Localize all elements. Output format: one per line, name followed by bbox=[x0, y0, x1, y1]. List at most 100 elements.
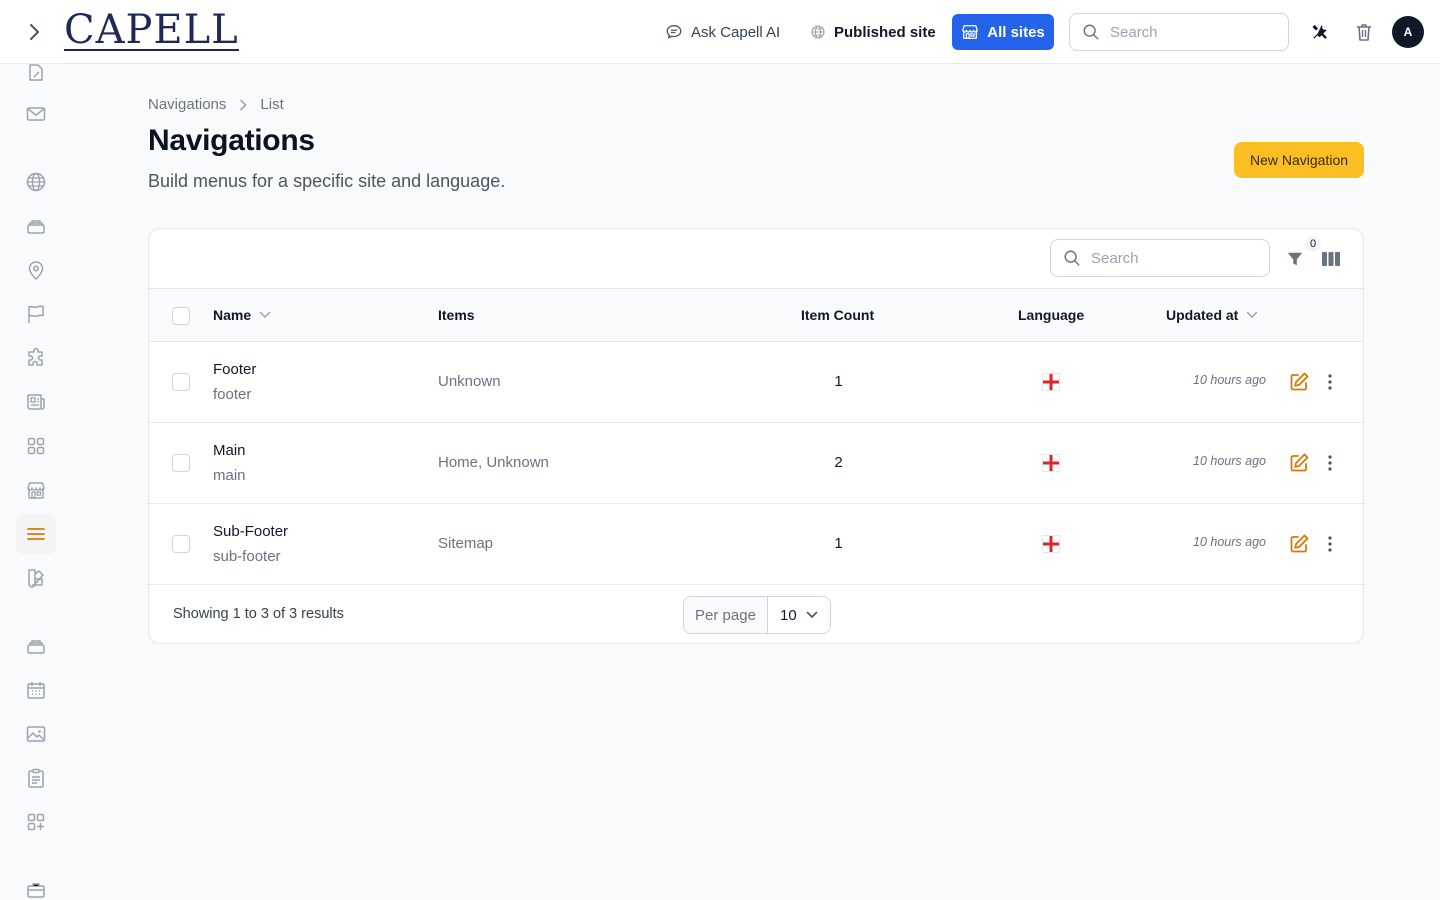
trash-icon[interactable] bbox=[1352, 20, 1376, 44]
column-name-header[interactable]: Name bbox=[213, 307, 271, 323]
column-language-label: Language bbox=[1018, 307, 1085, 323]
columns-icon[interactable] bbox=[1319, 247, 1343, 271]
user-avatar[interactable]: A bbox=[1392, 16, 1424, 48]
sidebar-item-pages[interactable] bbox=[16, 52, 56, 92]
sidebar-item-storage[interactable] bbox=[16, 626, 56, 666]
sidebar-item-locations[interactable] bbox=[16, 250, 56, 290]
sidebar-toggle-chevron-icon[interactable] bbox=[22, 20, 46, 44]
sidebar-item-stores[interactable] bbox=[16, 470, 56, 510]
sidebar-item-blocks[interactable] bbox=[16, 426, 56, 466]
results-summary: Showing 1 to 3 of 3 results bbox=[173, 606, 344, 622]
mail-icon bbox=[26, 107, 46, 121]
chevron-down-icon bbox=[806, 611, 818, 618]
briefcase-icon bbox=[27, 883, 45, 898]
sidebar-item-articles[interactable] bbox=[16, 382, 56, 422]
global-search bbox=[1069, 13, 1289, 51]
row-checkbox[interactable] bbox=[172, 373, 190, 391]
sidebar-item-media[interactable] bbox=[16, 714, 56, 754]
sidebar-item-forms[interactable] bbox=[16, 758, 56, 798]
row-items: Home, Unknown bbox=[438, 454, 549, 471]
row-item-count: 2 bbox=[834, 454, 843, 471]
row-name: Sub-Footer bbox=[213, 523, 289, 540]
edit-icon[interactable] bbox=[1288, 371, 1310, 393]
chevron-down-icon bbox=[1247, 311, 1258, 318]
table-search-input[interactable] bbox=[1091, 249, 1251, 267]
table-row[interactable]: Sub-Footer sub-footer Sitemap 1 10 hours… bbox=[149, 504, 1363, 585]
search-icon bbox=[1083, 24, 1099, 40]
edit-icon[interactable] bbox=[1288, 452, 1310, 474]
sidebar-item-archive[interactable] bbox=[16, 206, 56, 246]
ask-ai-label: Ask Capell AI bbox=[691, 23, 781, 41]
edit-icon[interactable] bbox=[1288, 533, 1310, 555]
swatch-icon bbox=[28, 569, 44, 588]
table-footer: Showing 1 to 3 of 3 results Per page 10 bbox=[149, 585, 1363, 643]
navigations-table: 0 Name Items Item Count Language Updated… bbox=[148, 228, 1364, 644]
ask-ai-button[interactable]: Ask Capell AI bbox=[665, 20, 780, 44]
breadcrumb: Navigations List bbox=[148, 96, 284, 113]
column-updated-header[interactable]: Updated at bbox=[1166, 307, 1258, 323]
column-item-count-header: Item Count bbox=[801, 307, 874, 323]
sidebar-item-work[interactable] bbox=[16, 870, 56, 900]
column-updated-label: Updated at bbox=[1166, 307, 1239, 323]
flag-icon bbox=[28, 305, 44, 323]
select-all-checkbox[interactable] bbox=[172, 307, 190, 325]
sidebar-item-sites[interactable] bbox=[16, 162, 56, 202]
image-icon bbox=[26, 726, 46, 742]
all-sites-label: All sites bbox=[987, 23, 1045, 41]
england-flag-icon bbox=[1042, 535, 1060, 553]
puzzle-icon bbox=[28, 347, 43, 366]
row-name: Main bbox=[213, 442, 246, 459]
row-name-cell: Footer footer bbox=[213, 361, 256, 403]
chevron-right-icon bbox=[240, 99, 247, 110]
per-page-value-dropdown[interactable]: 10 bbox=[768, 597, 830, 633]
globe-icon bbox=[811, 25, 825, 39]
row-checkbox[interactable] bbox=[172, 535, 190, 553]
page-subtitle: Build menus for a specific site and lang… bbox=[148, 171, 506, 191]
storefront-icon bbox=[962, 25, 979, 39]
per-page-label: Per page bbox=[684, 597, 768, 633]
tools-icon[interactable] bbox=[1308, 20, 1332, 44]
more-vertical-icon[interactable] bbox=[1321, 452, 1339, 474]
all-sites-button[interactable]: All sites bbox=[952, 14, 1054, 50]
menu-icon bbox=[27, 528, 45, 540]
new-navigation-button[interactable]: New Navigation bbox=[1234, 142, 1364, 178]
row-checkbox[interactable] bbox=[172, 454, 190, 472]
breadcrumb-navigations[interactable]: Navigations bbox=[148, 96, 226, 113]
sidebar-item-extensions[interactable] bbox=[16, 338, 56, 378]
top-bar: CAPELL Ask Capell AI Published site All … bbox=[0, 0, 1440, 64]
sidebar-item-calendar[interactable] bbox=[16, 670, 56, 710]
filter-icon[interactable] bbox=[1283, 247, 1307, 271]
pages-icon bbox=[29, 64, 43, 81]
table-row[interactable]: Main main Home, Unknown 2 10 hours ago bbox=[149, 423, 1363, 504]
more-vertical-icon[interactable] bbox=[1321, 371, 1339, 393]
sidebar-item-navigations[interactable] bbox=[16, 514, 56, 554]
england-flag-icon bbox=[1042, 454, 1060, 472]
table-search bbox=[1050, 239, 1270, 277]
row-name: Footer bbox=[213, 361, 257, 378]
row-items: Unknown bbox=[438, 373, 501, 390]
grid-plus-icon bbox=[27, 813, 45, 831]
globe-icon bbox=[26, 172, 46, 192]
sidebar-item-flags[interactable] bbox=[16, 294, 56, 334]
sidebar-item-apps[interactable] bbox=[16, 802, 56, 842]
per-page-select[interactable]: Per page 10 bbox=[683, 596, 831, 634]
capell-logo[interactable]: CAPELL bbox=[64, 10, 239, 51]
row-slug: sub-footer bbox=[213, 548, 281, 565]
grid-icon bbox=[27, 437, 45, 455]
row-updated-at: 10 hours ago bbox=[1193, 535, 1266, 549]
breadcrumb-list[interactable]: List bbox=[260, 96, 283, 113]
more-vertical-icon[interactable] bbox=[1321, 533, 1339, 555]
row-updated-at: 10 hours ago bbox=[1193, 454, 1266, 468]
sidebar-item-themes[interactable] bbox=[16, 558, 56, 598]
row-item-count: 1 bbox=[834, 535, 843, 552]
per-page-value: 10 bbox=[780, 606, 797, 624]
row-name-cell: Sub-Footer sub-footer bbox=[213, 523, 288, 565]
global-search-input[interactable] bbox=[1110, 23, 1270, 41]
table-row[interactable]: Footer footer Unknown 1 10 hours ago bbox=[149, 342, 1363, 423]
search-icon bbox=[1064, 250, 1080, 266]
chat-bubble-icon bbox=[666, 25, 682, 39]
calendar-icon bbox=[27, 682, 45, 699]
published-site-link[interactable]: Published site bbox=[810, 20, 936, 44]
sidebar-item-mail[interactable] bbox=[16, 94, 56, 134]
archive-icon bbox=[27, 220, 45, 234]
